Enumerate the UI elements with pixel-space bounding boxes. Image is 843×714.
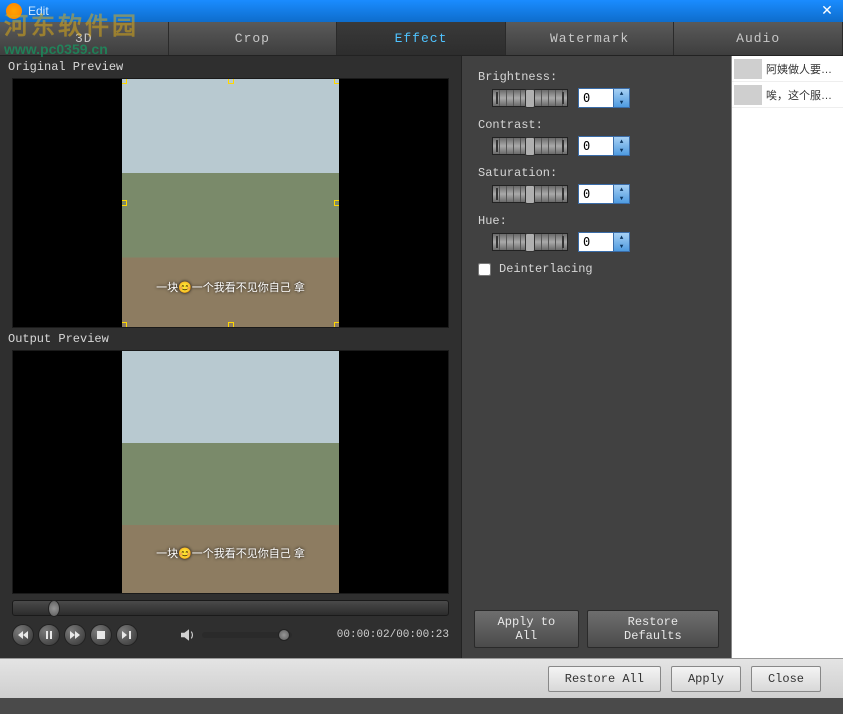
contrast-slider[interactable] <box>492 137 568 155</box>
original-preview-label: Original Preview <box>0 56 461 78</box>
restore-all-button[interactable]: Restore All <box>548 666 661 692</box>
playback-controls: 00:00:02/00:00:23 <box>0 620 461 654</box>
brightness-spinner[interactable]: ▲▼ <box>578 88 630 108</box>
volume-slider[interactable] <box>202 632 292 638</box>
saturation-label: Saturation: <box>478 166 715 180</box>
saturation-slider[interactable] <box>492 185 568 203</box>
original-preview: 一块😊一个我看不见你自己 拿 <box>12 78 449 328</box>
playback-timeline[interactable] <box>12 600 449 616</box>
effect-panel: Brightness: ▲▼ Contrast: ▲▼ <box>461 56 731 658</box>
brightness-slider[interactable] <box>492 89 568 107</box>
tab-audio[interactable]: Audio <box>674 22 843 55</box>
list-item-label: 阿姨做人要诚… <box>766 61 841 77</box>
list-thumbnail <box>734 85 762 105</box>
fast-forward-button[interactable] <box>64 624 86 646</box>
deinterlacing-checkbox[interactable] <box>478 263 491 276</box>
time-display: 00:00:02/00:00:23 <box>337 629 449 641</box>
contrast-label: Contrast: <box>478 118 715 132</box>
output-preview-label: Output Preview <box>0 328 461 350</box>
hue-down[interactable]: ▼ <box>614 242 629 251</box>
list-thumbnail <box>734 59 762 79</box>
list-item[interactable]: 唉，这个服务… <box>732 82 843 108</box>
video-caption: 一块😊一个我看不见你自己 拿 <box>122 545 340 561</box>
dialog-button-bar: Restore All Apply Close <box>0 658 843 698</box>
close-icon[interactable]: ✕ <box>817 1 837 21</box>
brightness-up[interactable]: ▲ <box>614 89 629 98</box>
output-video-frame: 一块😊一个我看不见你自己 拿 <box>122 351 340 593</box>
contrast-down[interactable]: ▼ <box>614 146 629 155</box>
crop-handles[interactable] <box>122 79 340 327</box>
saturation-spinner[interactable]: ▲▼ <box>578 184 630 204</box>
close-button[interactable]: Close <box>751 666 821 692</box>
preview-column: Original Preview 一块😊一个我看不见你自己 拿 Output P… <box>0 56 461 658</box>
hue-input[interactable] <box>578 232 614 252</box>
tab-watermark[interactable]: Watermark <box>506 22 675 55</box>
volume-knob[interactable] <box>278 629 290 641</box>
tab-3d[interactable]: 3D <box>0 22 169 55</box>
brightness-down[interactable]: ▼ <box>614 98 629 107</box>
contrast-up[interactable]: ▲ <box>614 137 629 146</box>
saturation-down[interactable]: ▼ <box>614 194 629 203</box>
contrast-input[interactable] <box>578 136 614 156</box>
hue-up[interactable]: ▲ <box>614 233 629 242</box>
stop-button[interactable] <box>90 624 112 646</box>
sidebar-list: 阿姨做人要诚… 唉，这个服务… <box>731 56 843 658</box>
apply-to-all-button[interactable]: Apply to All <box>474 610 579 648</box>
app-icon <box>6 3 22 19</box>
deinterlacing-label: Deinterlacing <box>499 262 593 276</box>
saturation-input[interactable] <box>578 184 614 204</box>
apply-button[interactable]: Apply <box>671 666 741 692</box>
window-title: Edit <box>28 4 817 18</box>
list-item[interactable]: 阿姨做人要诚… <box>732 56 843 82</box>
tab-effect[interactable]: Effect <box>337 22 506 55</box>
volume-icon[interactable] <box>180 627 198 643</box>
title-bar: Edit ✕ <box>0 0 843 22</box>
panel-footer: Apply to All Restore Defaults <box>462 600 731 658</box>
saturation-up[interactable]: ▲ <box>614 185 629 194</box>
contrast-spinner[interactable]: ▲▼ <box>578 136 630 156</box>
brightness-label: Brightness: <box>478 70 715 84</box>
hue-label: Hue: <box>478 214 715 228</box>
list-item-label: 唉，这个服务… <box>766 87 841 103</box>
tab-bar: 3D Crop Effect Watermark Audio <box>0 22 843 56</box>
hue-spinner[interactable]: ▲▼ <box>578 232 630 252</box>
brightness-input[interactable] <box>578 88 614 108</box>
tab-crop[interactable]: Crop <box>169 22 338 55</box>
rewind-button[interactable] <box>12 624 34 646</box>
pause-button[interactable] <box>38 624 60 646</box>
restore-defaults-button[interactable]: Restore Defaults <box>587 610 719 648</box>
hue-slider[interactable] <box>492 233 568 251</box>
original-video-frame: 一块😊一个我看不见你自己 拿 <box>122 79 340 327</box>
output-preview: 一块😊一个我看不见你自己 拿 <box>12 350 449 594</box>
timeline-knob[interactable] <box>48 600 60 617</box>
next-button[interactable] <box>116 624 138 646</box>
